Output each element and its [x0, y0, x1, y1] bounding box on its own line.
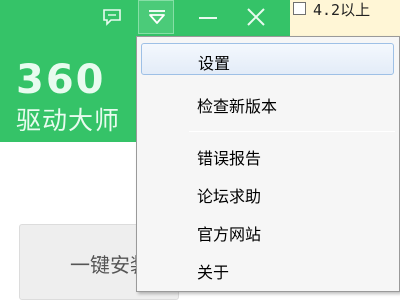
- menu-item-label: 论坛求助: [197, 187, 262, 206]
- close-icon: [247, 8, 265, 26]
- dropdown-menu: 设置 检查新版本 错误报告 论坛求助 官方网站 关于: [136, 36, 400, 292]
- menu-button[interactable]: [138, 0, 174, 34]
- minimize-icon: [199, 17, 217, 19]
- close-button[interactable]: [238, 0, 274, 34]
- menu-item-label: 错误报告: [197, 149, 262, 168]
- logo-text: 驱动大师: [16, 106, 121, 135]
- menu-item-about[interactable]: 关于: [141, 253, 394, 285]
- logo-number: 360: [16, 57, 106, 103]
- menu-item-settings[interactable]: 设置: [141, 43, 394, 75]
- feedback-button[interactable]: [94, 0, 130, 34]
- version-filter-label: 4.2以上: [313, 1, 371, 19]
- menu-item-label: 关于: [197, 263, 230, 282]
- minimize-button[interactable]: [190, 0, 226, 34]
- chat-bubble-icon: [103, 9, 121, 26]
- menu-item-label: 检查新版本: [197, 97, 278, 116]
- app-window: 360 驱动大师 4.2以上 一键安装 设置 检查新版本 错误报告 论坛求助 官…: [0, 0, 400, 300]
- version-filter-checkbox[interactable]: [293, 2, 306, 15]
- menu-dropdown-icon: [149, 10, 165, 24]
- menu-item-label: 设置: [198, 54, 231, 73]
- menu-item-check-update[interactable]: 检查新版本: [141, 87, 394, 119]
- menu-item-official-site[interactable]: 官方网站: [141, 215, 394, 247]
- menu-item-forum-help[interactable]: 论坛求助: [141, 177, 394, 209]
- menu-item-error-report[interactable]: 错误报告: [141, 139, 394, 171]
- menu-separator: [189, 131, 395, 132]
- menu-item-label: 官方网站: [197, 225, 262, 244]
